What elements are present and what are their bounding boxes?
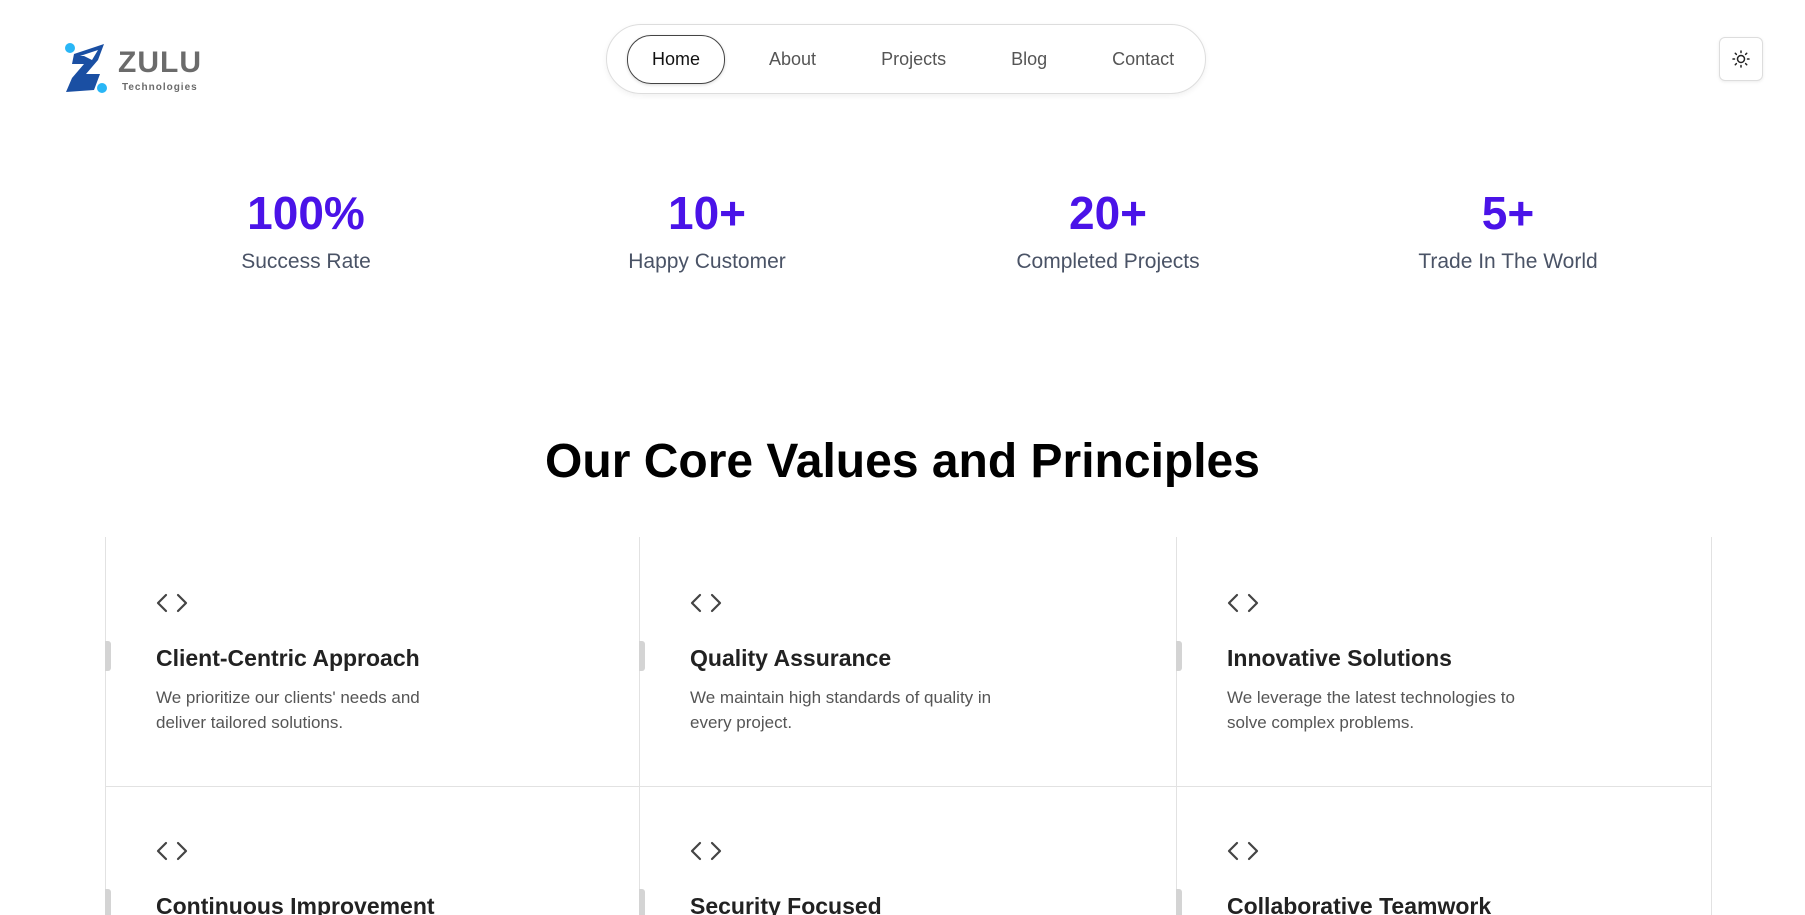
card-edge-tab — [1176, 641, 1182, 671]
stat-value: 5+ — [1481, 187, 1535, 239]
card-edge-tab — [105, 641, 111, 671]
sun-icon — [1732, 50, 1750, 68]
value-card-innovative: Innovative Solutions We leverage the lat… — [1176, 537, 1712, 787]
code-icon — [156, 593, 188, 613]
card-edge-tab — [639, 889, 645, 915]
card-title: Collaborative Teamwork — [1227, 893, 1492, 915]
card-edge-tab — [1176, 889, 1182, 915]
nav-about[interactable]: About — [769, 49, 816, 70]
nav-blog[interactable]: Blog — [1011, 49, 1047, 70]
values-grid: Client-Centric Approach We prioritize ou… — [105, 537, 1712, 915]
card-edge-tab — [105, 889, 111, 915]
stat-label: Happy Customer — [628, 250, 786, 273]
section-title: Our Core Values and Principles — [545, 435, 1260, 488]
value-card-client-centric: Client-Centric Approach We prioritize ou… — [105, 537, 640, 787]
card-title: Quality Assurance — [690, 645, 892, 671]
card-description: We leverage the latest technologies to s… — [1227, 688, 1515, 732]
card-description: We maintain high standards of quality in… — [690, 688, 992, 732]
stat-label: Trade In The World — [1418, 250, 1598, 273]
stat-value: 10+ — [667, 187, 747, 239]
stat-label: Completed Projects — [1016, 250, 1200, 273]
nav-home[interactable]: Home — [627, 34, 726, 84]
stat-value: 20+ — [1068, 187, 1148, 239]
card-title: Innovative Solutions — [1227, 645, 1452, 671]
value-card-quality: Quality Assurance We maintain high stand… — [639, 537, 1177, 787]
stat-trade-world: 5+ Trade In The World — [1328, 185, 1688, 275]
card-title: Client-Centric Approach — [156, 645, 420, 671]
stat-success-rate: 100% Success Rate — [126, 185, 486, 275]
code-icon — [690, 593, 722, 613]
main-nav: Home About Projects Blog Contact — [606, 24, 1206, 94]
nav-contact[interactable]: Contact — [1112, 49, 1174, 70]
stat-completed-projects: 20+ Completed Projects — [928, 185, 1288, 275]
stat-value: 100% — [247, 187, 365, 239]
value-card-continuous-improvement: Continuous Improvement — [105, 787, 640, 915]
zulu-logo-mark-icon — [65, 43, 107, 93]
card-edge-tab — [639, 641, 645, 671]
value-card-security: Security Focused — [639, 787, 1177, 915]
code-icon — [1227, 841, 1259, 861]
code-icon — [1227, 593, 1259, 613]
card-description: We prioritize our clients' needs and del… — [156, 688, 420, 732]
stat-label: Success Rate — [241, 250, 371, 273]
value-card-teamwork: Collaborative Teamwork — [1176, 787, 1712, 915]
page: ZULU Technologies Home About Projects Bl… — [0, 0, 1805, 915]
card-title: Security Focused — [690, 893, 882, 915]
code-icon — [690, 841, 722, 861]
brand-tagline: Technologies — [122, 82, 198, 93]
brand-logo[interactable]: ZULU Technologies — [60, 40, 202, 96]
code-icon — [156, 841, 188, 861]
card-title: Continuous Improvement — [156, 893, 435, 915]
theme-toggle-button[interactable] — [1719, 37, 1763, 81]
brand-name: ZULU — [118, 46, 202, 79]
stat-happy-customer: 10+ Happy Customer — [527, 185, 887, 275]
nav-projects[interactable]: Projects — [881, 49, 946, 70]
